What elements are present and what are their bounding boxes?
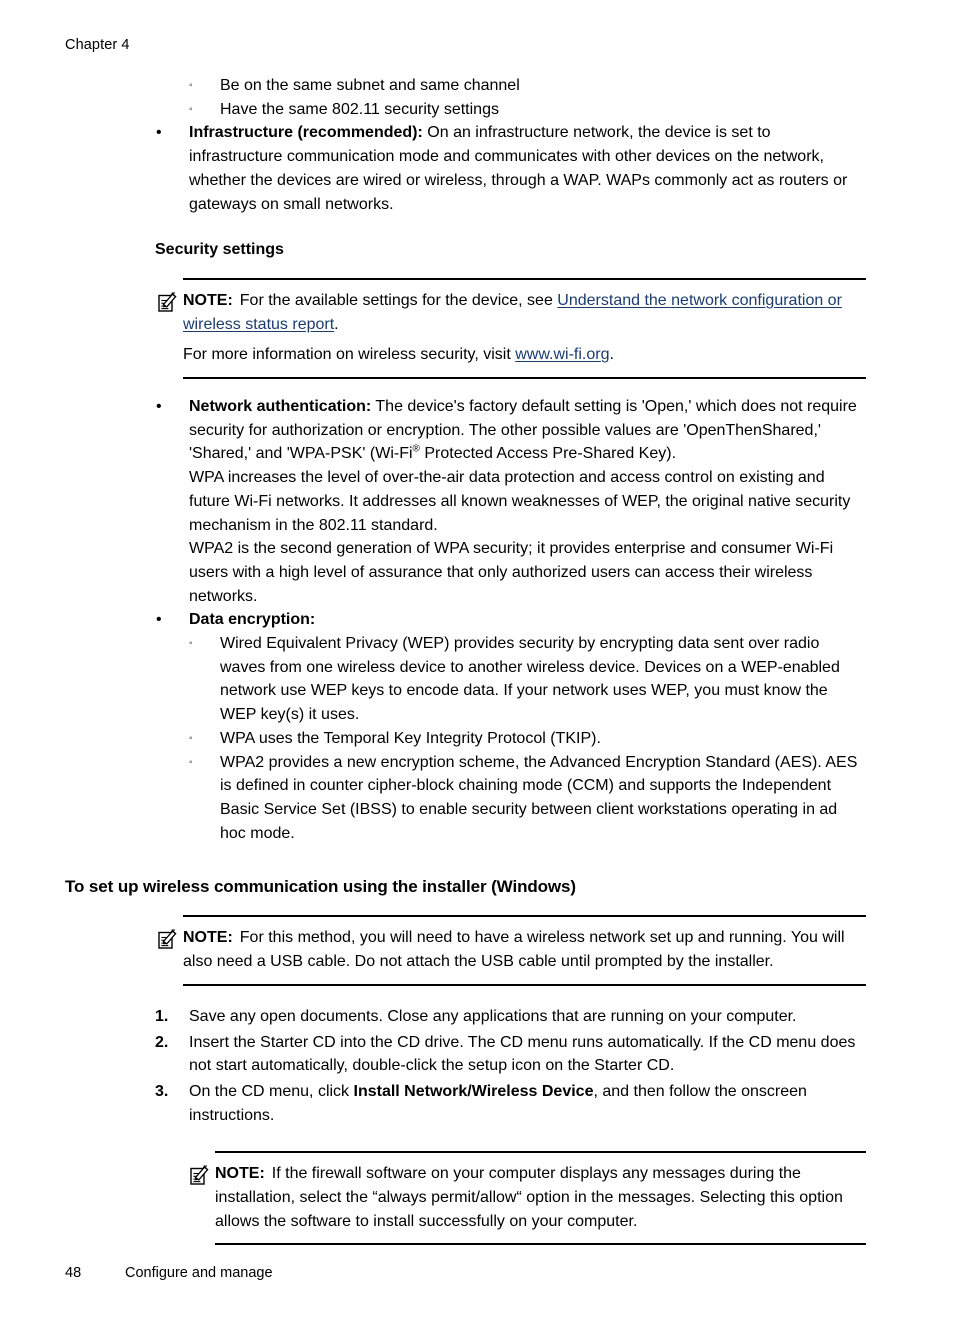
note-body-text: If the firewall software on your compute…	[215, 1165, 843, 1230]
note-box-installer: NOTE: For this method, you will need to h…	[158, 915, 866, 986]
section-heading-installer: To set up wireless communication using t…	[65, 877, 576, 897]
network-auth-label: Network authentication:	[189, 398, 372, 416]
step-text: Save any open documents. Close any appli…	[189, 1007, 797, 1025]
step-number: 1.	[155, 1007, 169, 1025]
list-item-data-encryption: • Data encryption:	[155, 608, 866, 632]
note-paragraph: NOTE: For the available settings for the …	[183, 289, 866, 336]
list-item: ◦ Have the same 802.11 security settings	[189, 98, 866, 122]
step-text: On the CD menu, click	[189, 1082, 354, 1100]
document-page: Chapter 4 ◦ Be on the same subnet and sa…	[0, 0, 954, 1321]
note-icon	[190, 1165, 209, 1186]
note-text-after-link: .	[334, 315, 339, 333]
installer-steps-list: 1. Save any open documents. Close any ap…	[155, 1005, 866, 1128]
note-box-firewall: NOTE: If the firewall software on your co…	[190, 1151, 866, 1246]
list-item: ◦ WPA2 provides a new encryption scheme,…	[189, 751, 866, 846]
list-item-text: Be on the same subnet and same channel	[220, 77, 520, 94]
note-second-text-after-link: .	[609, 346, 614, 364]
bullet-hollow-icon: ◦	[189, 756, 193, 768]
page-footer: 48 Configure and manage	[65, 1264, 273, 1283]
network-auth-paragraph-2: WPA increases the level of over-the-air …	[189, 469, 851, 534]
list-item-body: Infrastructure (recommended): On an infr…	[189, 124, 847, 212]
note-label: NOTE:	[183, 929, 233, 947]
step-number: 2.	[155, 1033, 169, 1051]
list-item-text: WPA uses the Temporal Key Integrity Prot…	[220, 729, 601, 747]
bullet-icon: •	[156, 611, 162, 629]
note-paragraph-secondary: For more information on wireless securit…	[183, 343, 866, 367]
infrastructure-label: Infrastructure (recommended):	[189, 124, 423, 142]
chapter-header: Chapter 4	[65, 37, 130, 53]
list-item: ◦ Be on the same subnet and same channel	[189, 74, 866, 98]
list-item-text: Have the same 802.11 security settings	[220, 100, 499, 118]
note-paragraph: NOTE: For this method, you will need to h…	[183, 926, 866, 973]
bullet-hollow-icon: ◦	[189, 103, 193, 115]
network-auth-body: Network authentication: The device's fac…	[189, 398, 857, 462]
security-settings-heading: Security settings	[155, 241, 284, 259]
list-item: ◦ WPA uses the Temporal Key Integrity Pr…	[189, 727, 866, 751]
network-auth-paragraph-3: WPA2 is the second generation of WPA sec…	[189, 540, 834, 605]
note-body-text: For this method, you will need to have a…	[183, 929, 845, 971]
step-item: 2. Insert the Starter CD into the CD dri…	[155, 1031, 866, 1078]
bullet-hollow-icon: ◦	[189, 732, 193, 744]
bullet-hollow-icon: ◦	[189, 80, 193, 91]
registered-mark-icon: ®	[412, 444, 420, 456]
bullet-hollow-icon: ◦	[189, 638, 193, 650]
network-auth-text-2: Protected Access Pre-Shared Key).	[419, 445, 677, 463]
footer-page-number: 48	[65, 1265, 82, 1281]
step-text: Insert the Starter CD into the CD drive.…	[189, 1033, 856, 1075]
list-item: ◦ Wired Equivalent Privacy (WEP) provide…	[189, 632, 866, 727]
note-text-before-link: For the available settings for the devic…	[239, 291, 558, 309]
step-item: 1. Save any open documents. Close any ap…	[155, 1005, 866, 1029]
step-item: 3. On the CD menu, click Install Network…	[155, 1080, 866, 1127]
note-icon	[158, 929, 177, 950]
list-item-infrastructure: • Infrastructure (recommended): On an in…	[155, 121, 866, 216]
list-item-network-authentication: • Network authentication: The device's f…	[155, 395, 866, 466]
note-paragraph: NOTE: If the firewall software on your co…	[215, 1162, 866, 1233]
note-icon	[158, 292, 177, 312]
page-content: ◦ Be on the same subnet and same channel…	[0, 74, 954, 1246]
list-item-text: Wired Equivalent Privacy (WEP) provides …	[220, 635, 840, 724]
bullet-icon: •	[156, 124, 162, 142]
link-wifi-org[interactable]: www.wi-fi.org	[515, 346, 609, 363]
list-item-text: WPA2 provides a new encryption scheme, t…	[220, 753, 858, 842]
bullet-icon: •	[156, 398, 162, 416]
footer-section-label: Configure and manage	[125, 1265, 273, 1281]
step-bold-segment: Install Network/Wireless Device	[353, 1082, 594, 1100]
note-label: NOTE:	[215, 1165, 265, 1183]
note-label: NOTE:	[183, 291, 233, 309]
note-second-text-before-link: For more information on wireless securit…	[183, 346, 516, 364]
data-encryption-label: Data encryption:	[189, 611, 316, 629]
step-number: 3.	[155, 1082, 169, 1100]
note-box-security-settings: NOTE: For the available settings for the …	[158, 277, 866, 380]
